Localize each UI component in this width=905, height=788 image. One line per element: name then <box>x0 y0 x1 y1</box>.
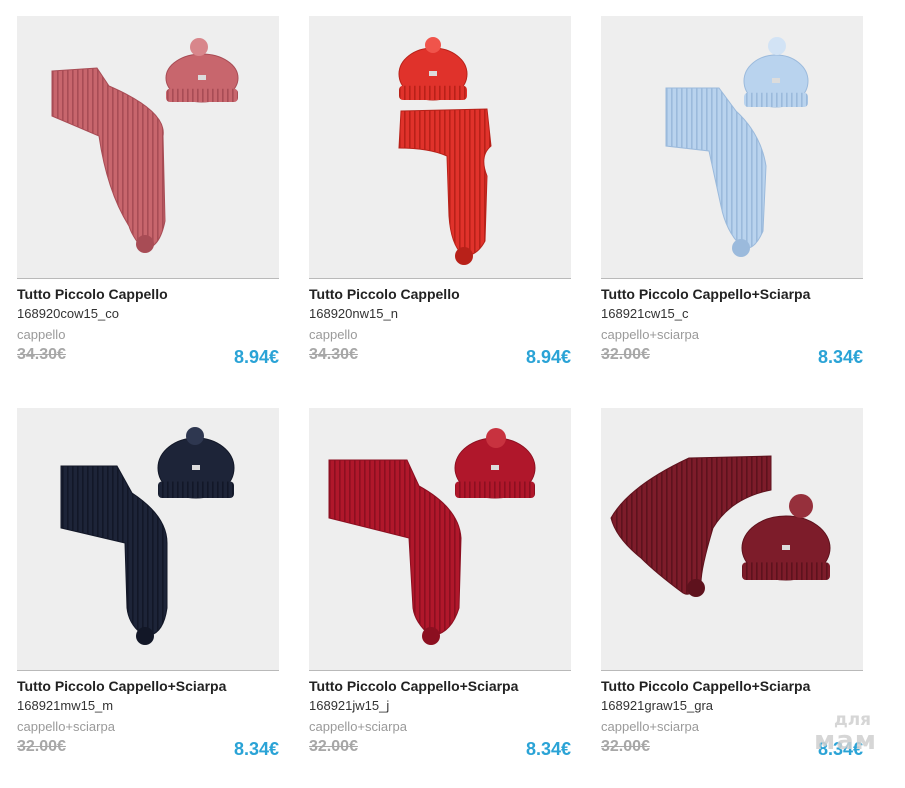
label-tag <box>198 75 206 80</box>
watermark-logo: для мам <box>814 710 878 756</box>
sale-price: 8.34€ <box>525 739 571 759</box>
old-price: 32.00€ <box>601 738 650 755</box>
product-photo-crimson-knit-hat-and-scarf <box>328 428 536 645</box>
label-tag <box>429 71 437 76</box>
sale-price: 8.34€ <box>233 739 279 759</box>
old-price: 32.00€ <box>17 738 66 755</box>
hat-brim <box>166 88 238 102</box>
scarf-pompom <box>136 627 154 645</box>
hat-brim <box>399 85 467 100</box>
product-name[interactable]: Tutto Piccolo Cappello+Sciarpa <box>309 678 518 694</box>
scarf-pompom <box>687 579 705 597</box>
scarf-shape <box>51 67 166 249</box>
old-price: 32.00€ <box>309 738 358 755</box>
product-image[interactable] <box>309 408 571 671</box>
label-tag <box>192 465 200 470</box>
hat-brim <box>158 481 234 498</box>
scarf-shape <box>665 87 767 249</box>
product-name[interactable]: Tutto Piccolo Cappello <box>309 286 460 302</box>
product-image[interactable] <box>601 16 863 279</box>
scarf-shape <box>328 459 462 637</box>
label-tag <box>782 545 790 550</box>
sale-price: 8.94€ <box>233 347 279 367</box>
hat-pompom <box>186 427 204 445</box>
product-image[interactable] <box>309 16 571 279</box>
product-photo-burgundy-knit-hat-and-scarf <box>610 455 831 597</box>
product-sku: 168920cow15_co <box>17 306 119 321</box>
product-name[interactable]: Tutto Piccolo Cappello+Sciarpa <box>17 678 226 694</box>
product-category: cappello+sciarpa <box>601 327 699 342</box>
product-sku: 168920nw15_n <box>309 306 398 321</box>
hat-pompom <box>789 494 813 518</box>
hat-pompom <box>190 38 208 56</box>
old-price: 34.30€ <box>309 346 358 363</box>
hat-brim <box>744 92 808 107</box>
scarf-pompom <box>455 247 473 265</box>
product-sku: 168921mw15_m <box>17 698 114 713</box>
scarf-pompom <box>732 239 750 257</box>
product-card[interactable]: Tutto Piccolo Cappello+Sciarpa 168921mw15… <box>17 408 279 788</box>
scarf-shape <box>398 108 492 257</box>
label-tag <box>772 78 780 83</box>
old-price: 32.00€ <box>601 346 650 363</box>
product-category: cappello+sciarpa <box>601 719 699 734</box>
sale-price: 8.94€ <box>525 347 571 367</box>
scarf-shape <box>60 465 168 637</box>
old-price: 34.30€ <box>17 346 66 363</box>
scarf-pompom <box>136 235 154 253</box>
hat-brim <box>455 481 535 498</box>
product-photo-light-blue-knit-hat-and-scarf <box>665 37 809 257</box>
product-category: cappello <box>17 327 66 342</box>
hat-pompom <box>425 37 441 53</box>
product-image[interactable] <box>601 408 863 671</box>
product-photo-red-knit-hat-and-scarf <box>398 37 492 265</box>
product-grid: Tutto Piccolo Cappello 168920cow15_cocapp… <box>17 16 863 788</box>
product-name[interactable]: Tutto Piccolo Cappello+Sciarpa <box>601 286 810 302</box>
product-category: cappello+sciarpa <box>309 719 407 734</box>
product-card[interactable]: Tutto Piccolo Cappello 168920nw15_ncappel… <box>309 16 571 396</box>
label-tag <box>491 465 499 470</box>
product-sku: 168921cw15_c <box>601 306 689 321</box>
product-card[interactable]: Tutto Piccolo Cappello+Sciarpa 168921cw15… <box>601 16 863 396</box>
scarf-pompom <box>422 627 440 645</box>
hat-brim <box>742 562 830 580</box>
product-category: cappello <box>309 327 358 342</box>
product-sku: 168921jw15_j <box>309 698 390 713</box>
product-name[interactable]: Tutto Piccolo Cappello+Sciarpa <box>601 678 810 694</box>
product-category: cappello+sciarpa <box>17 719 115 734</box>
product-photo-navy-knit-hat-and-scarf <box>60 427 235 645</box>
product-card[interactable]: Tutto Piccolo Cappello+Sciarpa 168921jw15… <box>309 408 571 788</box>
hat-pompom <box>768 37 786 55</box>
product-card[interactable]: Tutto Piccolo Cappello 168920cow15_cocapp… <box>17 16 279 396</box>
hat-pompom <box>486 428 506 448</box>
product-sku: 168921graw15_gra <box>601 698 714 713</box>
product-image[interactable] <box>17 16 279 279</box>
product-photo-pink-knit-hat-and-scarf <box>51 38 239 253</box>
sale-price: 8.34€ <box>817 347 863 367</box>
product-name[interactable]: Tutto Piccolo Cappello <box>17 286 168 302</box>
product-image[interactable] <box>17 408 279 671</box>
